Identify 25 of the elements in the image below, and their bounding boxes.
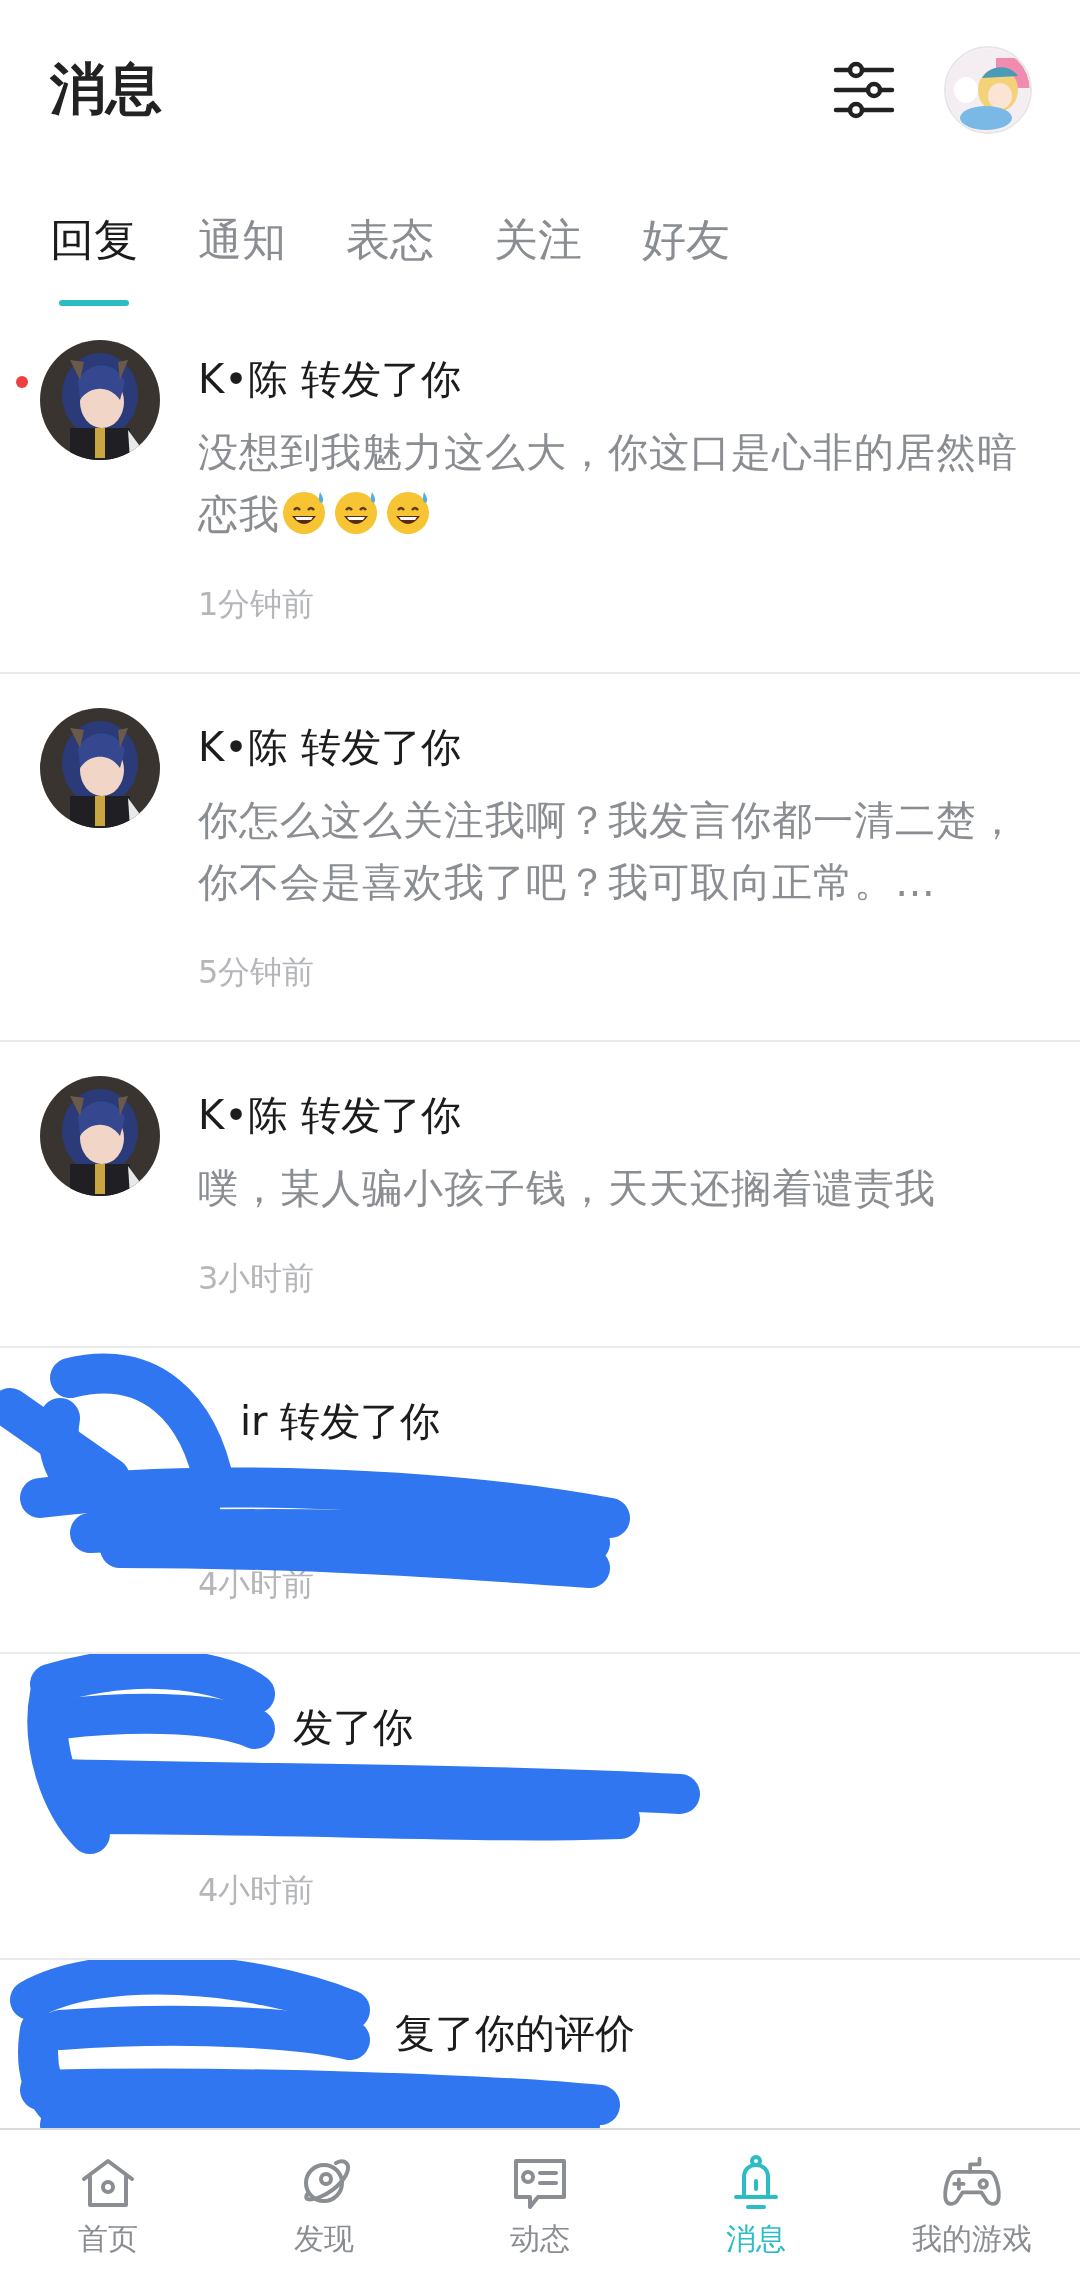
message-title: K•陈 转发了你: [198, 723, 462, 772]
tab[interactable]: 好友: [642, 215, 730, 306]
page-title: 消息: [50, 55, 163, 123]
tab[interactable]: 通知: [198, 215, 286, 306]
message-title: ir 转发了你: [239, 1397, 442, 1446]
nav-item[interactable]: 消息: [648, 2130, 864, 2290]
message-title: K•陈 转发了你: [198, 355, 462, 404]
message-time: 5分钟前: [198, 952, 316, 993]
message-time: 4小时前: [198, 1564, 316, 1605]
message-text: 没想到我魅力这么大，你这口是心非的居然暗恋我: [198, 428, 1019, 539]
message-time: 4小时前: [198, 1870, 316, 1911]
nav-item[interactable]: 发现: [216, 2130, 432, 2290]
tab[interactable]: 回复: [50, 215, 138, 306]
message-title: K•陈 转发了你: [198, 1091, 462, 1140]
message-text: 噗，某人骗小孩子钱，天天还搁着谴责我: [198, 1164, 937, 1213]
tab[interactable]: 表态: [346, 215, 434, 306]
nav-item[interactable]: 动态: [432, 2130, 648, 2290]
message-title: 复了你的评价: [394, 2009, 636, 2058]
nav-item[interactable]: 首页: [0, 2130, 216, 2290]
tab[interactable]: 关注: [494, 215, 582, 306]
message-title: 发了你: [292, 1703, 414, 1752]
message-text: 你怎么这么关注我啊？我发言你都一清二楚，你不会是喜欢我了吧？我可取向正常。…: [198, 796, 1019, 907]
message-time: 1分钟前: [198, 584, 316, 625]
message-time: 3小时前: [198, 1258, 316, 1299]
nav-item[interactable]: 我的游戏: [864, 2130, 1080, 2290]
